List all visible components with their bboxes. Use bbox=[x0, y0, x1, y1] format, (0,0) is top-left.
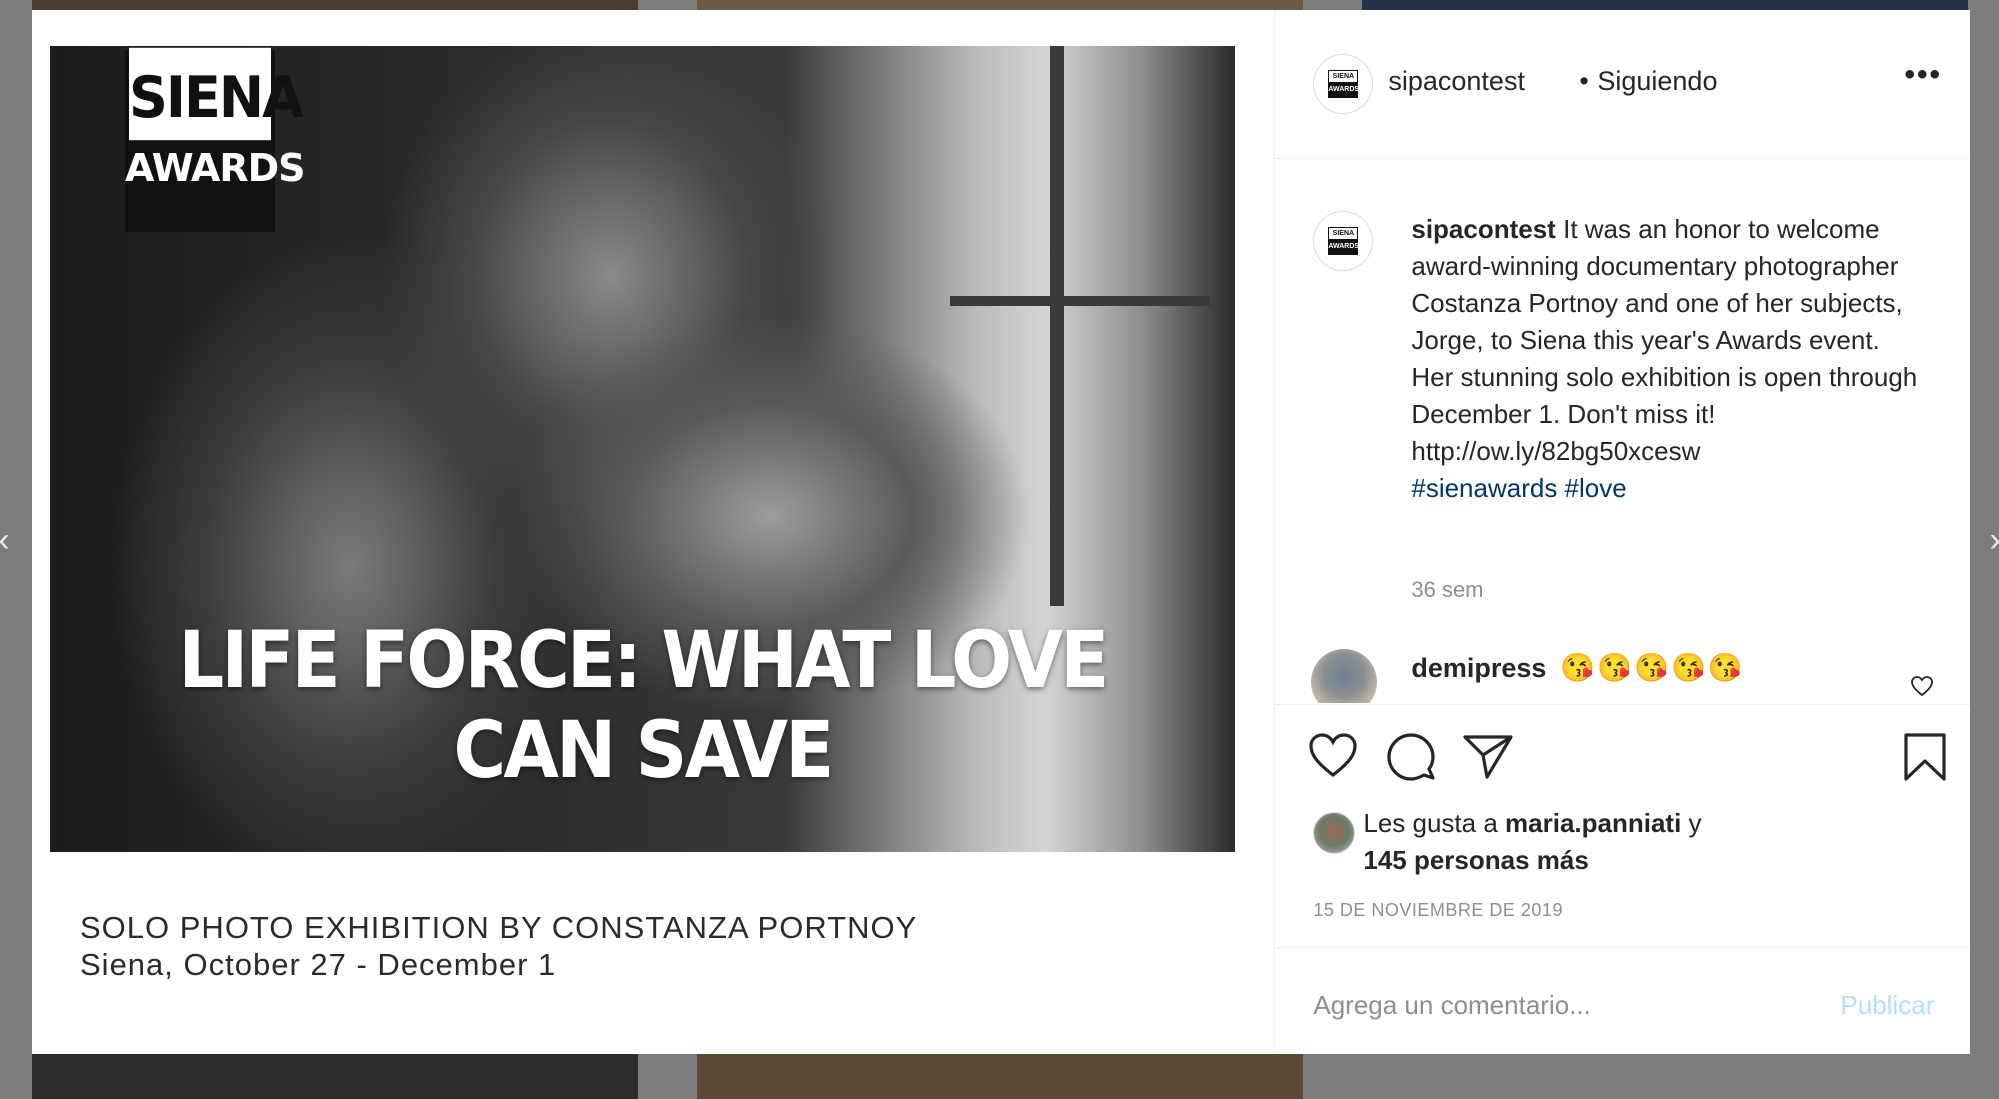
avatar[interactable] bbox=[1311, 649, 1378, 703]
post-sidebar: SIENA AWARDS sipacontest • Siguiendo ••• … bbox=[1275, 10, 1971, 1055]
header-username[interactable]: sipacontest bbox=[1388, 66, 1525, 97]
comment-input[interactable]: Agrega un comentario... bbox=[1313, 990, 1591, 1021]
likes-suffix: y bbox=[1688, 808, 1702, 838]
comment-text: 😘😘😘😘😘 bbox=[1560, 652, 1745, 683]
publish-button[interactable]: Publicar bbox=[1840, 990, 1934, 1021]
previous-post-arrow-icon[interactable]: ‹ bbox=[0, 510, 14, 570]
share-icon[interactable] bbox=[1461, 731, 1515, 786]
more-options-icon[interactable]: ••• bbox=[1904, 58, 1942, 92]
action-bar bbox=[1275, 704, 1971, 781]
post-header: SIENA AWARDS sipacontest • Siguiendo ••• bbox=[1275, 10, 1970, 159]
logo-text-awards: AWARDS bbox=[125, 146, 306, 190]
photo-window-frame bbox=[950, 296, 1210, 306]
comment-like-heart-icon[interactable] bbox=[1910, 675, 1934, 703]
photo-headline: LIFE FORCE: WHAT LOVE CAN SAVE bbox=[178, 616, 1109, 796]
likes-line: Les gusta a maria.panniati y bbox=[1363, 808, 1701, 839]
comment-icon[interactable] bbox=[1385, 731, 1437, 786]
likes-user-link[interactable]: maria.panniati bbox=[1505, 808, 1681, 838]
likes-others-link[interactable]: 145 personas más bbox=[1363, 845, 1588, 876]
avatar[interactable]: SIENA AWARDS bbox=[1313, 211, 1374, 271]
caption-username[interactable]: sipacontest bbox=[1411, 214, 1556, 244]
background-tile bbox=[697, 1054, 1303, 1099]
avatar[interactable] bbox=[1313, 812, 1356, 854]
background-tile bbox=[1362, 0, 1968, 10]
following-button[interactable]: Siguiendo bbox=[1597, 66, 1717, 97]
post-modal: SIENA AWARDS LIFE FORCE: WHAT LOVE CAN S… bbox=[32, 10, 1971, 1055]
caption-time-ago[interactable]: 36 sem bbox=[1411, 577, 1483, 603]
media-caption-subtitle: Siena, October 27 - December 1 bbox=[80, 947, 557, 982]
avatar[interactable]: SIENA AWARDS bbox=[1313, 54, 1374, 114]
heart-icon[interactable] bbox=[1307, 731, 1359, 784]
logo-text-siena: SIENA bbox=[129, 47, 304, 141]
photo-window-frame bbox=[1050, 46, 1064, 606]
separator-dot: • bbox=[1579, 66, 1589, 96]
add-comment-bar: Agrega un comentario... Publicar bbox=[1275, 947, 1971, 1055]
post-photo[interactable]: SIENA AWARDS LIFE FORCE: WHAT LOVE CAN S… bbox=[50, 46, 1235, 852]
background-tile bbox=[32, 0, 638, 10]
siena-awards-logo: SIENA AWARDS bbox=[125, 47, 306, 232]
likes-prefix: Les gusta a bbox=[1363, 808, 1498, 838]
comment-username[interactable]: demipress bbox=[1411, 653, 1546, 684]
bookmark-icon[interactable] bbox=[1902, 731, 1948, 788]
caption-text: sipacontest It was an honor to welcome a… bbox=[1411, 211, 1921, 507]
caption-body: It was an honor to welcome award-winning… bbox=[1411, 214, 1918, 466]
post-media: SIENA AWARDS LIFE FORCE: WHAT LOVE CAN S… bbox=[32, 10, 1276, 1054]
media-caption-title: SOLO PHOTO EXHIBITION BY CONSTANZA PORTN… bbox=[80, 910, 918, 945]
caption-hashtags[interactable]: #sienawards #love bbox=[1411, 473, 1626, 503]
post-date[interactable]: 15 DE NOVIEMBRE DE 2019 bbox=[1313, 900, 1563, 921]
next-post-arrow-icon[interactable]: › bbox=[1985, 510, 1999, 570]
background-tile bbox=[697, 0, 1303, 10]
comments-section[interactable]: SIENA AWARDS sipacontest It was an honor … bbox=[1275, 159, 1970, 703]
background-tile bbox=[32, 1054, 638, 1099]
